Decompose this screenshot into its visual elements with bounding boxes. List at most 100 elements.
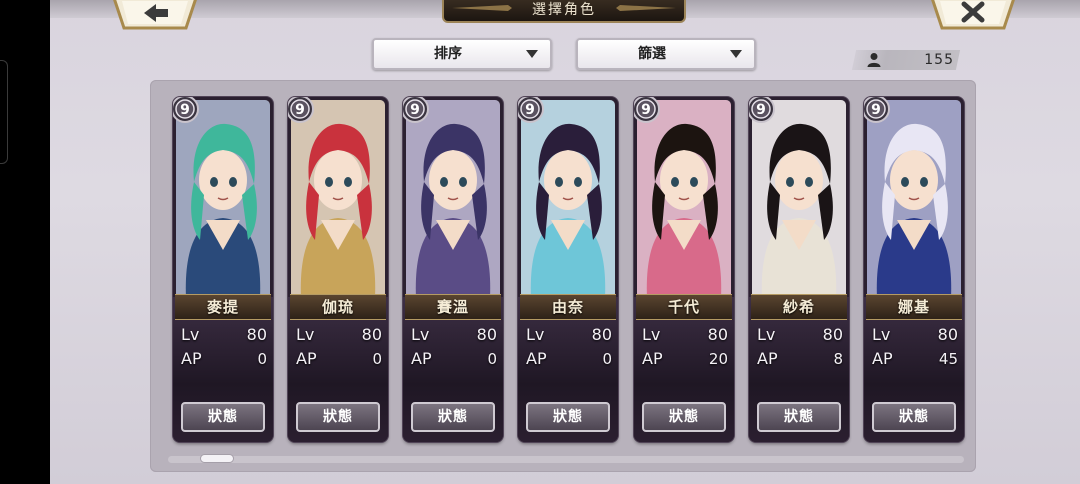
level-value: 80	[246, 325, 267, 344]
rank-badge-icon: 9	[634, 97, 660, 123]
character-name: 千代	[667, 298, 700, 316]
character-card[interactable]: 9 伽琉 Lv 80 AP 0 狀態	[288, 97, 388, 442]
character-portrait	[521, 100, 615, 298]
ap-value: 0	[372, 350, 382, 368]
scrollbar-thumb[interactable]	[200, 454, 234, 463]
status-button[interactable]: 狀態	[411, 402, 495, 432]
level-value: 80	[822, 325, 843, 344]
character-name: 伽琉	[321, 298, 354, 316]
status-button[interactable]: 狀態	[181, 402, 265, 432]
rank-badge-icon: 9	[749, 97, 775, 123]
level-row: Lv 80	[296, 324, 382, 346]
character-card[interactable]: 9 麥提 Lv 80 AP 0 狀態	[173, 97, 273, 442]
horizontal-scrollbar[interactable]	[168, 456, 964, 463]
rank-value: 9	[295, 102, 305, 118]
level-row: Lv 80	[872, 324, 958, 346]
level-row: Lv 80	[181, 324, 267, 346]
status-button[interactable]: 狀態	[642, 402, 726, 432]
character-portrait	[406, 100, 500, 298]
level-label: Lv	[181, 325, 200, 344]
character-card[interactable]: 9 紗希 Lv 80 AP 8 狀態	[749, 97, 849, 442]
ap-label: AP	[411, 349, 432, 368]
rank-value: 9	[180, 102, 190, 118]
ap-value: 0	[257, 350, 267, 368]
level-value: 80	[591, 325, 612, 344]
roster-count: 155	[860, 50, 958, 70]
rank-value: 9	[525, 102, 535, 118]
ap-label: AP	[872, 349, 893, 368]
name-plate: 由奈	[520, 294, 616, 320]
level-row: Lv 80	[411, 324, 497, 346]
level-value: 80	[707, 325, 728, 344]
rank-value: 9	[756, 102, 766, 118]
side-handle	[0, 60, 8, 164]
sort-dropdown[interactable]: 排序	[372, 38, 552, 70]
character-card[interactable]: 9 賽溫 Lv 80 AP 0 狀態	[403, 97, 503, 442]
ap-label: AP	[642, 349, 663, 368]
ap-row: AP 0	[411, 348, 497, 370]
status-button[interactable]: 狀態	[757, 402, 841, 432]
rank-badge-icon: 9	[173, 97, 199, 123]
status-button[interactable]: 狀態	[526, 402, 610, 432]
roster-count-value: 155	[924, 52, 954, 68]
filter-dropdown[interactable]: 篩選	[576, 38, 756, 70]
ap-label: AP	[181, 349, 202, 368]
level-label: Lv	[642, 325, 661, 344]
ap-row: AP 8	[757, 348, 843, 370]
ap-row: AP 45	[872, 348, 958, 370]
rank-value: 9	[410, 102, 420, 118]
level-row: Lv 80	[757, 324, 843, 346]
filter-label: 篩選	[638, 46, 666, 62]
level-row: Lv 80	[526, 324, 612, 346]
character-card[interactable]: 9 娜基 Lv 80 AP 45 狀態	[864, 97, 964, 442]
character-select-screen: 選擇角色 排序 篩選 155 9 麥提 Lv 80 AP 0 狀態 9 伽琉 L…	[50, 0, 1080, 484]
name-plate: 賽溫	[405, 294, 501, 320]
character-portrait	[867, 100, 961, 298]
level-label: Lv	[526, 325, 545, 344]
back-button[interactable]	[112, 0, 198, 30]
name-plate: 麥提	[175, 294, 271, 320]
rank-value: 9	[641, 102, 651, 118]
title-text: 選擇角色	[532, 2, 596, 18]
name-plate: 伽琉	[290, 294, 386, 320]
level-label: Lv	[872, 325, 891, 344]
name-plate: 千代	[636, 294, 732, 320]
rank-badge-icon: 9	[518, 97, 544, 123]
ap-label: AP	[526, 349, 547, 368]
character-name: 由奈	[551, 298, 584, 316]
name-plate: 娜基	[866, 294, 962, 320]
device-bezel	[0, 0, 50, 484]
character-card[interactable]: 9 由奈 Lv 80 AP 0 狀態	[518, 97, 618, 442]
ap-value: 0	[602, 350, 612, 368]
ap-label: AP	[757, 349, 778, 368]
character-card[interactable]: 9 千代 Lv 80 AP 20 狀態	[634, 97, 734, 442]
rank-badge-icon: 9	[864, 97, 890, 123]
sort-label: 排序	[434, 46, 462, 62]
ap-value: 0	[487, 350, 497, 368]
status-button[interactable]: 狀態	[296, 402, 380, 432]
character-portrait	[637, 100, 731, 298]
rank-value: 9	[871, 102, 881, 118]
close-button[interactable]	[930, 0, 1016, 30]
ap-row: AP 0	[526, 348, 612, 370]
person-icon	[867, 53, 881, 67]
ap-value: 8	[833, 350, 843, 368]
ap-row: AP 0	[296, 348, 382, 370]
character-portrait	[176, 100, 270, 298]
level-label: Lv	[757, 325, 776, 344]
character-portrait	[752, 100, 846, 298]
ap-value: 45	[938, 350, 958, 368]
level-label: Lv	[296, 325, 315, 344]
page-title: 選擇角色	[442, 0, 686, 23]
ornament-right-icon	[616, 5, 676, 11]
character-name: 紗希	[782, 298, 815, 316]
level-value: 80	[937, 325, 958, 344]
ap-row: AP 0	[181, 348, 267, 370]
chevron-down-icon	[526, 50, 538, 58]
character-portrait	[291, 100, 385, 298]
status-button[interactable]: 狀態	[872, 402, 956, 432]
level-value: 80	[476, 325, 497, 344]
level-label: Lv	[411, 325, 430, 344]
character-name: 娜基	[897, 298, 930, 316]
character-name: 麥提	[206, 298, 239, 316]
